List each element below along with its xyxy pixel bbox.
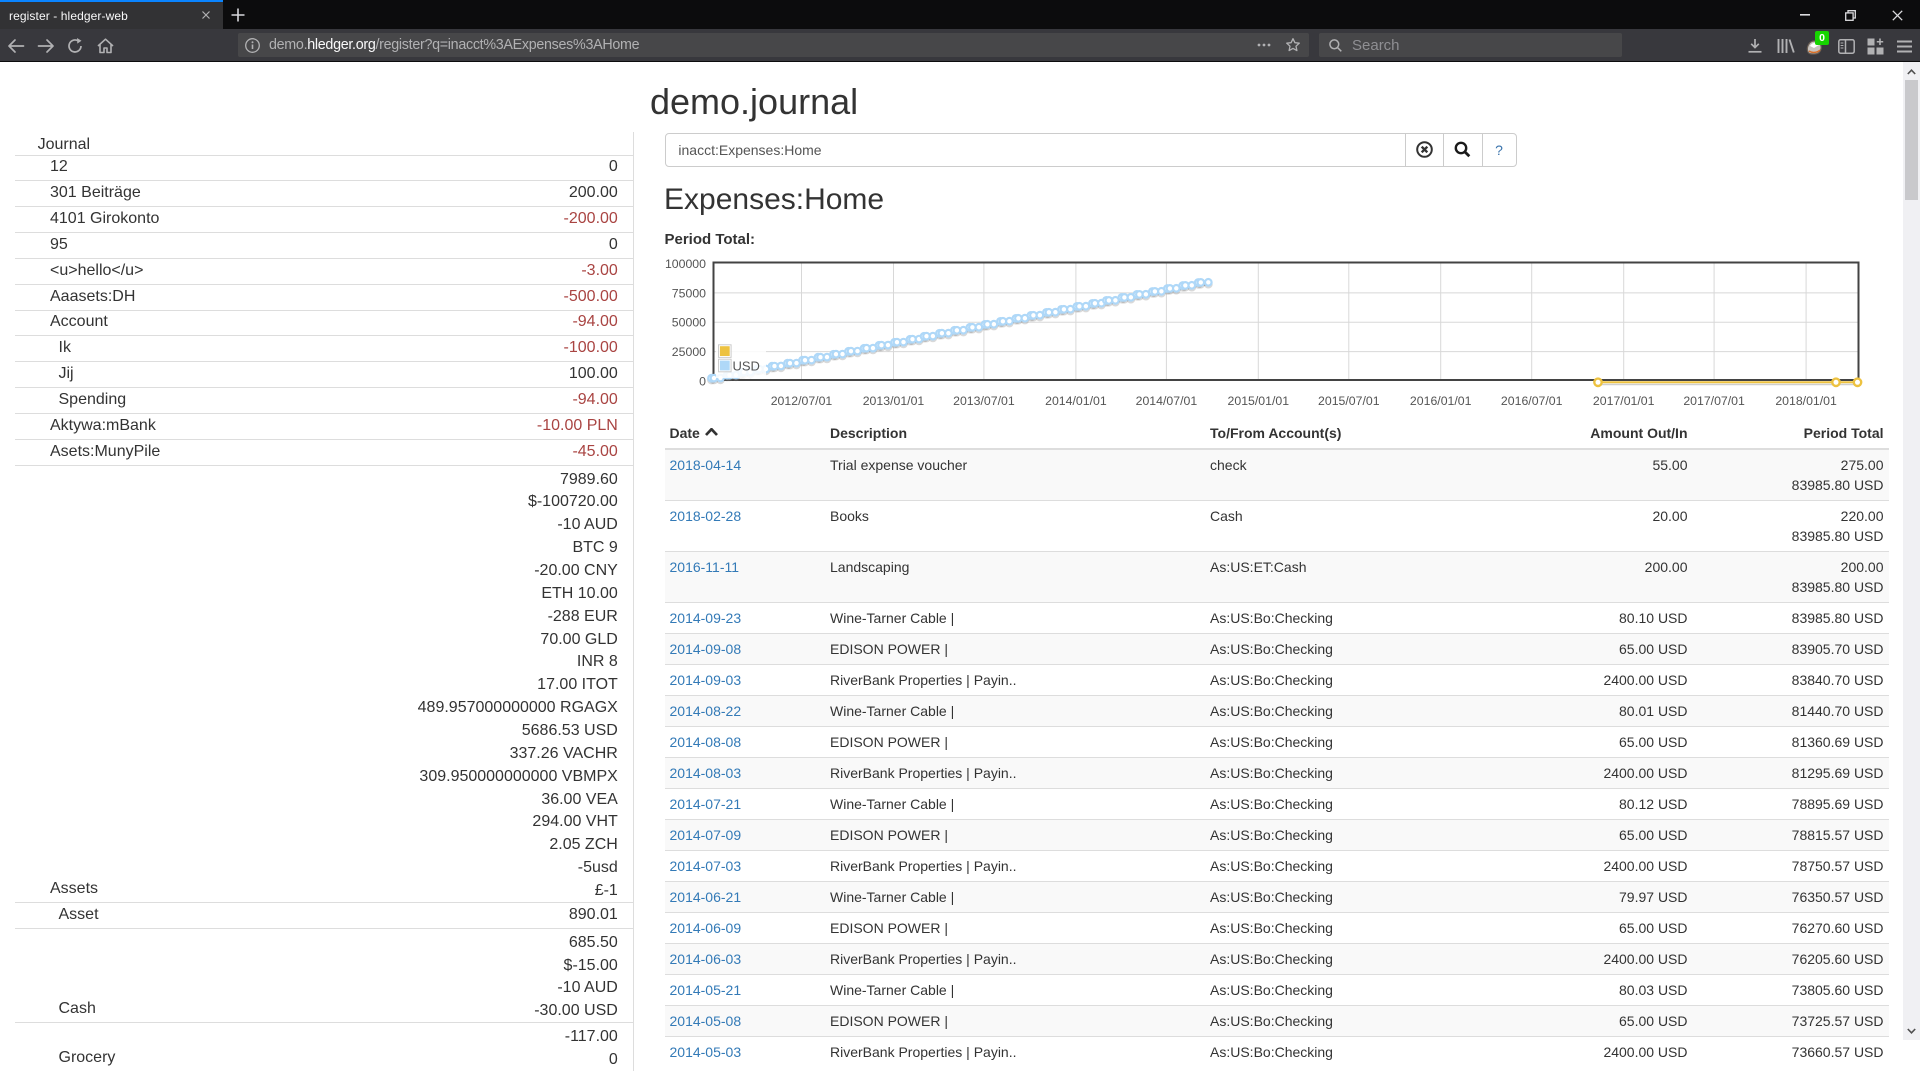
svg-text:2012/07/01: 2012/07/01 (771, 394, 833, 408)
svg-text:2014/01/01: 2014/01/01 (1045, 394, 1107, 408)
svg-text:2015/01/01: 2015/01/01 (1228, 394, 1290, 408)
svg-text:2017/01/01: 2017/01/01 (1593, 394, 1655, 408)
svg-text:2013/01/01: 2013/01/01 (863, 394, 925, 408)
svg-text:2018/01/01: 2018/01/01 (1775, 394, 1837, 408)
svg-text:2015/07/01: 2015/07/01 (1318, 394, 1380, 408)
svg-text:2013/07/01: 2013/07/01 (953, 394, 1015, 408)
svg-text:75000: 75000 (672, 286, 706, 300)
svg-text:USD: USD (733, 359, 760, 374)
svg-text:2016/07/01: 2016/07/01 (1501, 394, 1563, 408)
svg-text:2017/07/01: 2017/07/01 (1683, 394, 1745, 408)
svg-text:100000: 100000 (665, 257, 706, 271)
svg-text:2014/07/01: 2014/07/01 (1136, 394, 1198, 408)
svg-text:25000: 25000 (672, 345, 706, 359)
svg-text:2016/01/01: 2016/01/01 (1410, 394, 1472, 408)
svg-text:50000: 50000 (672, 316, 706, 330)
svg-text:0: 0 (699, 375, 706, 389)
